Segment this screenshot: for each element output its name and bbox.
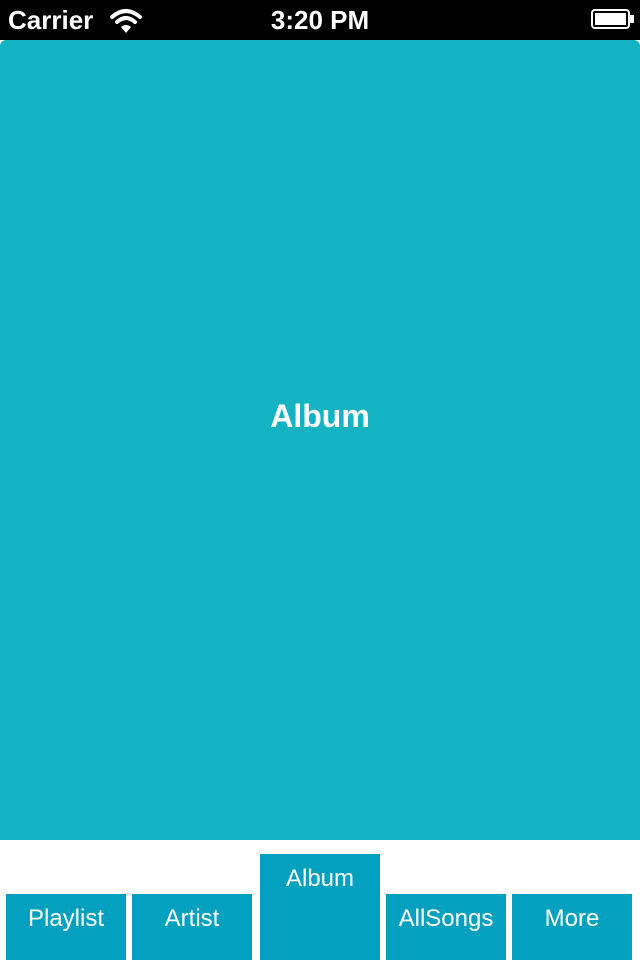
tab-artist[interactable]: Artist [132,894,252,960]
battery-icon [591,8,635,30]
tab-more[interactable]: More [512,894,632,960]
tab-bar: Playlist Artist Album AllSongs More [0,840,640,960]
tab-allsongs[interactable]: AllSongs [386,894,506,960]
status-bar: Carrier 3:20 PM [0,0,640,40]
tab-playlist[interactable]: Playlist [6,894,126,960]
tab-album[interactable]: Album [260,854,380,960]
main-content: Album [0,40,640,840]
clock: 3:20 PM [270,5,370,35]
page-title: Album [270,398,370,434]
